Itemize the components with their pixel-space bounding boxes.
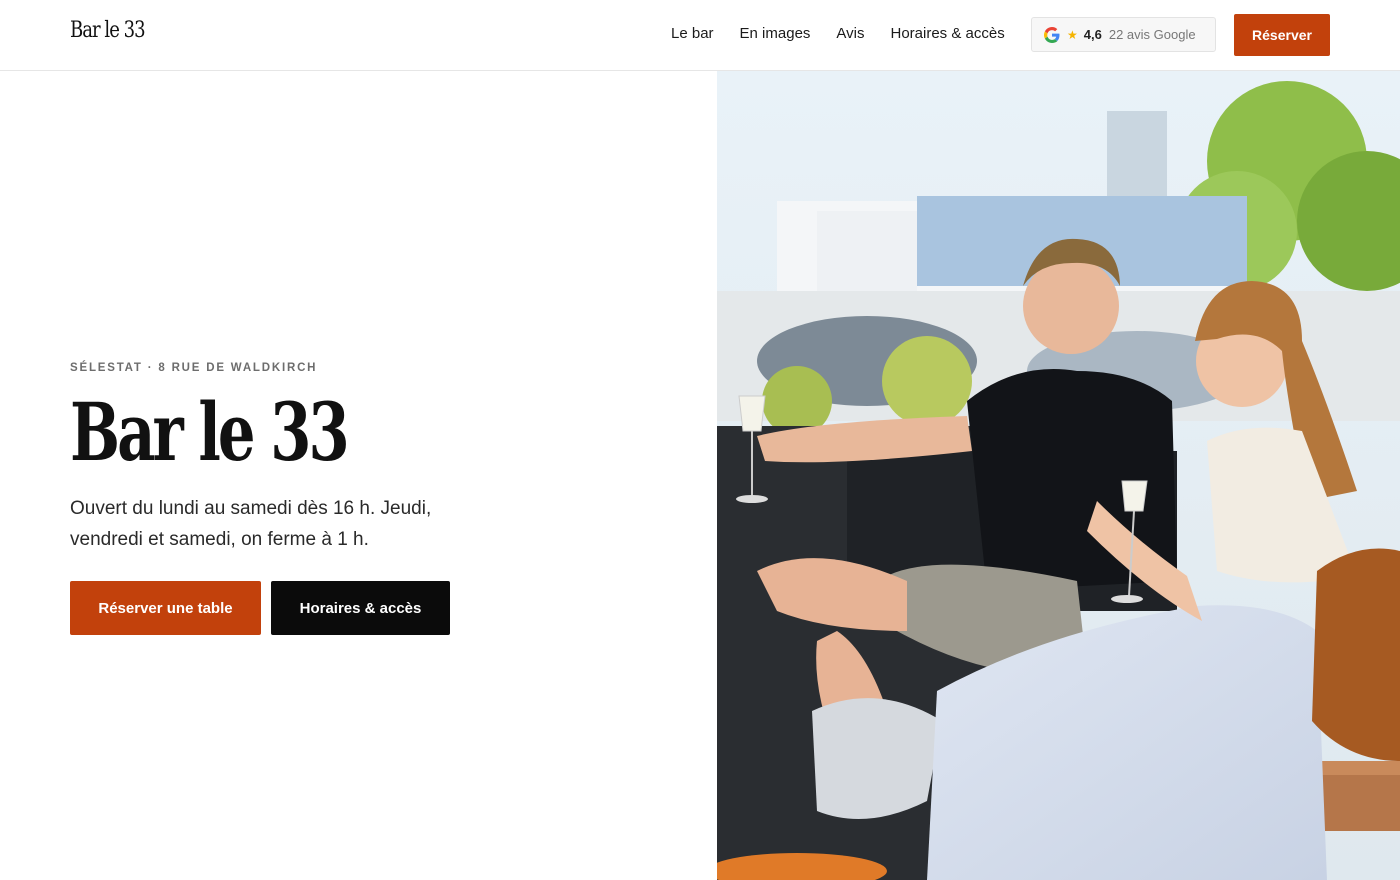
nav-link-horaires-acces[interactable]: Horaires & accès — [891, 24, 1005, 44]
hours-access-button[interactable]: Horaires & accès — [271, 581, 450, 635]
google-rating-value: 4,6 — [1083, 27, 1102, 42]
site-logo[interactable]: Bar le 33 — [70, 18, 146, 43]
reserve-table-button[interactable]: Réserver une table — [70, 581, 261, 635]
hero-photo — [717, 71, 1400, 880]
reserve-button[interactable]: Réserver — [1234, 14, 1330, 56]
google-icon — [1044, 26, 1060, 43]
nav-link-en-images[interactable]: En images — [740, 24, 811, 44]
star-icon: ★ — [1067, 27, 1078, 42]
opening-hours-description: Ouvert du lundi au samedi dès 16 h. Jeud… — [70, 498, 432, 550]
google-review-count: 22 avis Google — [1108, 27, 1196, 42]
location-eyebrow: SÉLESTAT · 8 RUE DE WALDKIRCH — [70, 362, 318, 374]
site-header: Bar le 33 Le bar En images Avis Horaires… — [0, 0, 1400, 71]
page-title: Bar le 33 — [70, 385, 350, 479]
main-nav: Le bar En images Avis Horaires & accès — [671, 24, 1031, 44]
nav-link-avis[interactable]: Avis — [836, 24, 864, 44]
nav-link-le-bar[interactable]: Le bar — [671, 24, 714, 44]
google-rating-badge[interactable]: ★ 4,6 22 avis Google — [1031, 17, 1216, 52]
